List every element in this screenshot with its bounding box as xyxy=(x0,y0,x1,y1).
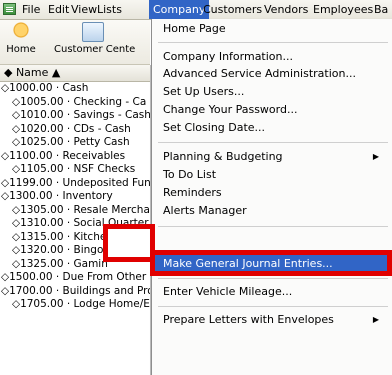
submenu-arrow-icon: ▶ xyxy=(372,315,379,324)
menu-item-label: Reminders xyxy=(163,186,222,199)
qb-app-icon[interactable] xyxy=(3,3,16,15)
menu-item-reminders[interactable]: Reminders xyxy=(152,184,391,202)
list-item[interactable]: ◇1000.00 · Cash xyxy=(0,82,150,96)
menu-item-enter-vehicle-mileage[interactable]: Enter Vehicle Mileage... xyxy=(152,283,391,301)
menu-item-label: Prepare Letters with Envelopes xyxy=(163,313,334,326)
menu-item-home-page[interactable]: Home Page xyxy=(152,20,391,38)
menu-separator xyxy=(158,278,388,279)
annotation-highlight-box-left xyxy=(103,224,155,262)
menu-separator xyxy=(158,42,388,43)
customer-center-label: Customer Cente xyxy=(54,44,136,55)
menu-separator xyxy=(158,306,388,307)
menu-banking[interactable]: Ba xyxy=(370,0,392,19)
icon-toolbar: Home Customer Cente xyxy=(0,20,150,65)
menu-separator xyxy=(158,226,388,227)
menu-item-label: Set Up Users... xyxy=(163,85,245,98)
home-icon xyxy=(10,22,32,42)
menu-item-prepare-letters[interactable]: Prepare Letters with Envelopes ▶ xyxy=(152,311,391,329)
company-menu-dropdown: Home Page Company Information... Advance… xyxy=(151,19,392,375)
menu-customers[interactable]: Customers xyxy=(199,0,266,19)
menu-bar: File Edit View Lists Company Customers V… xyxy=(0,0,392,20)
list-item[interactable]: ◇1300.00 · Inventory xyxy=(0,190,150,204)
home-button-label: Home xyxy=(6,44,36,55)
menu-item-company-information[interactable]: Company Information... xyxy=(152,48,391,66)
list-item[interactable]: ◇1500.00 · Due From Other xyxy=(0,271,150,285)
menu-item-label: Company Information... xyxy=(163,50,293,63)
chart-of-accounts-list: ◆ Name ▲ ◇1000.00 · Cash ◇1005.00 · Chec… xyxy=(0,65,151,375)
menu-item-alerts-manager[interactable]: Alerts Manager xyxy=(152,202,391,220)
home-button[interactable]: Home xyxy=(4,22,38,55)
customer-center-button[interactable]: Customer Cente xyxy=(50,22,154,55)
menu-item-planning-budgeting[interactable]: Planning & Budgeting ▶ xyxy=(152,148,391,166)
list-item[interactable]: ◇1020.00 · CDs - Cash xyxy=(0,123,150,137)
menu-separator xyxy=(158,142,388,143)
menu-item-set-up-users[interactable]: Set Up Users... xyxy=(152,83,391,101)
menu-item-label: To Do List xyxy=(163,168,217,181)
menu-item-label: Set Closing Date... xyxy=(163,121,266,134)
annotation-highlight-box xyxy=(150,250,392,276)
list-item[interactable]: ◇1100.00 · Receivables xyxy=(0,150,150,164)
menu-employees[interactable]: Employees xyxy=(309,0,377,19)
menu-item-label: Change Your Password... xyxy=(163,103,298,116)
list-item[interactable]: ◇1025.00 · Petty Cash xyxy=(0,136,150,150)
menu-item-to-do-list[interactable]: To Do List xyxy=(152,166,391,184)
menu-item-label: Home Page xyxy=(163,22,226,35)
list-item[interactable]: ◇1105.00 · NSF Checks xyxy=(0,163,150,177)
menu-item-label: Advanced Service Administration... xyxy=(163,67,356,80)
menu-lists[interactable]: Lists xyxy=(93,0,126,19)
list-item[interactable]: ◇1305.00 · Resale Mercha xyxy=(0,204,150,218)
menu-file[interactable]: File xyxy=(18,0,44,19)
menu-item-change-password[interactable]: Change Your Password... xyxy=(152,101,391,119)
list-item[interactable]: ◇1700.00 · Buildings and Prop xyxy=(0,285,150,299)
menu-item-set-closing-date[interactable]: Set Closing Date... xyxy=(152,119,391,137)
menu-item-advanced-service-admin[interactable]: Advanced Service Administration... xyxy=(152,65,391,83)
list-item[interactable]: ◇1010.00 · Savings - Cash xyxy=(0,109,150,123)
menu-item-label: Alerts Manager xyxy=(163,204,247,217)
menu-item-label: Enter Vehicle Mileage... xyxy=(163,285,293,298)
menu-vendors[interactable]: Vendors xyxy=(260,0,312,19)
customer-center-icon xyxy=(82,22,104,42)
list-item[interactable]: ◇1199.00 · Undeposited Fun xyxy=(0,177,150,191)
submenu-arrow-icon: ▶ xyxy=(372,152,379,161)
name-column-header[interactable]: ◆ Name ▲ xyxy=(0,65,150,82)
list-item[interactable]: ◇1005.00 · Checking - Ca xyxy=(0,96,150,110)
list-item[interactable]: ◇1705.00 · Lodge Home/E xyxy=(0,298,150,312)
menu-item-label: Planning & Budgeting xyxy=(163,150,283,163)
